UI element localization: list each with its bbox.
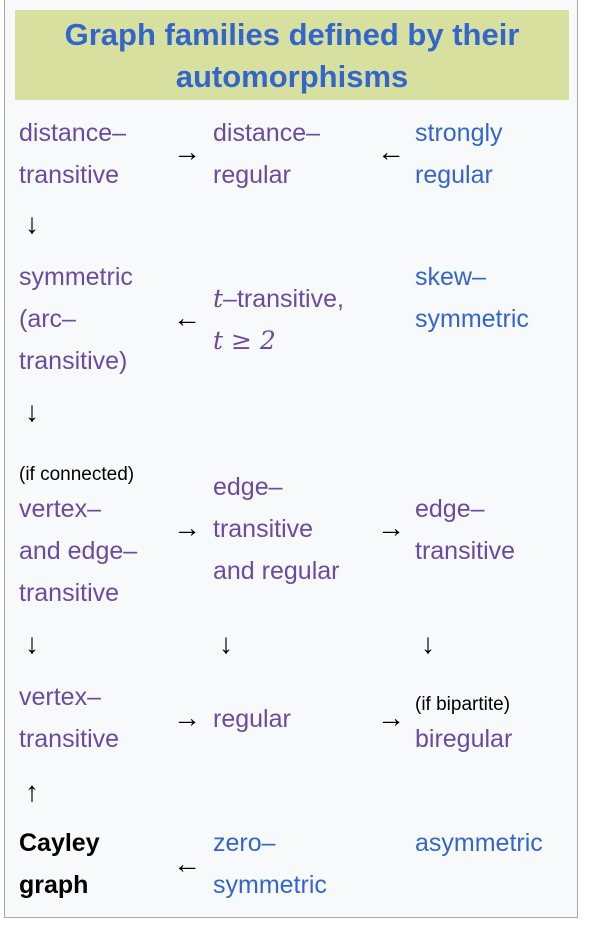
- node-line: transitive: [19, 579, 120, 607]
- node-line: and edge–: [19, 537, 138, 565]
- arrow-down: ↓: [25, 628, 39, 659]
- node-distance-transitive[interactable]: distance– transitive: [19, 112, 126, 196]
- node-skew-symmetric[interactable]: skew– symmetric: [415, 256, 529, 340]
- node-edge-transitive-and-regular[interactable]: edge– transitive and regular: [213, 466, 339, 592]
- node-edge-transitive[interactable]: edge– transitive: [415, 488, 515, 572]
- arrow-up: ↑: [25, 776, 39, 807]
- node-asymmetric[interactable]: asymmetric: [415, 822, 543, 864]
- node-line: regular: [213, 161, 291, 189]
- arrow-right: →: [377, 702, 405, 733]
- diagram-title: Graph families defined by their automorp…: [15, 10, 569, 100]
- arrow-down: ↓: [25, 396, 39, 427]
- arrow-left: ←: [173, 848, 201, 879]
- node-vertex-and-edge-transitive[interactable]: vertex– and edge– transitive: [19, 488, 137, 614]
- node-cayley-graph: Cayley graph: [19, 822, 100, 906]
- arrow-right: →: [173, 512, 201, 543]
- arrow-left: ←: [377, 136, 405, 167]
- node-t-transitive[interactable]: t–transitive, t ≥ 2: [213, 278, 344, 362]
- node-line: symmetric: [213, 871, 327, 899]
- node-zero-symmetric[interactable]: zero– symmetric: [213, 822, 327, 906]
- arrow-right: →: [173, 136, 201, 167]
- math-variable: t: [213, 284, 224, 313]
- arrow-down: ↓: [421, 628, 435, 659]
- node-line: distance–: [19, 119, 127, 147]
- node-line: strongly: [415, 119, 503, 147]
- arrow-down: ↓: [219, 628, 233, 659]
- node-line: graph: [19, 871, 89, 899]
- node-line: transitive: [213, 515, 314, 543]
- note-if-bipartite: (if bipartite): [415, 694, 511, 715]
- arrow-down: ↓: [25, 208, 39, 239]
- node-line: and regular: [213, 557, 340, 585]
- node-line: vertex–: [19, 495, 101, 523]
- node-line: t–transitive,: [213, 278, 344, 320]
- arrow-left: ←: [173, 302, 201, 333]
- node-distance-regular[interactable]: distance– regular: [213, 112, 320, 196]
- node-line: transitive: [19, 725, 120, 753]
- note-if-connected: (if connected): [19, 464, 135, 485]
- arrow-right: →: [173, 702, 201, 733]
- node-line: transitive: [19, 161, 120, 189]
- node-strongly-regular[interactable]: strongly regular: [415, 112, 503, 196]
- node-line: regular: [415, 161, 493, 189]
- node-symmetric[interactable]: symmetric (arc– transitive): [19, 256, 133, 382]
- node-line: edge–: [213, 473, 283, 501]
- node-line: transitive): [19, 347, 128, 375]
- infobox: Graph families defined by their automorp…: [4, 0, 578, 918]
- math-condition: t ≥ 2: [213, 326, 276, 355]
- node-line: symmetric: [19, 263, 133, 291]
- node-line: skew–: [415, 263, 486, 291]
- node-line: zero–: [213, 829, 276, 857]
- node-regular[interactable]: regular: [213, 698, 291, 740]
- node-line: (arc–: [19, 305, 76, 333]
- node-vertex-transitive[interactable]: vertex– transitive: [19, 676, 119, 760]
- node-line: symmetric: [415, 305, 529, 333]
- node-line: transitive: [415, 537, 516, 565]
- node-line: vertex–: [19, 683, 101, 711]
- node-line: distance–: [213, 119, 321, 147]
- node-line: edge–: [415, 495, 485, 523]
- node-line: Cayley: [19, 829, 100, 857]
- node-line-text: –transitive,: [223, 285, 344, 313]
- arrow-right: →: [377, 512, 405, 543]
- node-biregular[interactable]: biregular: [415, 718, 512, 760]
